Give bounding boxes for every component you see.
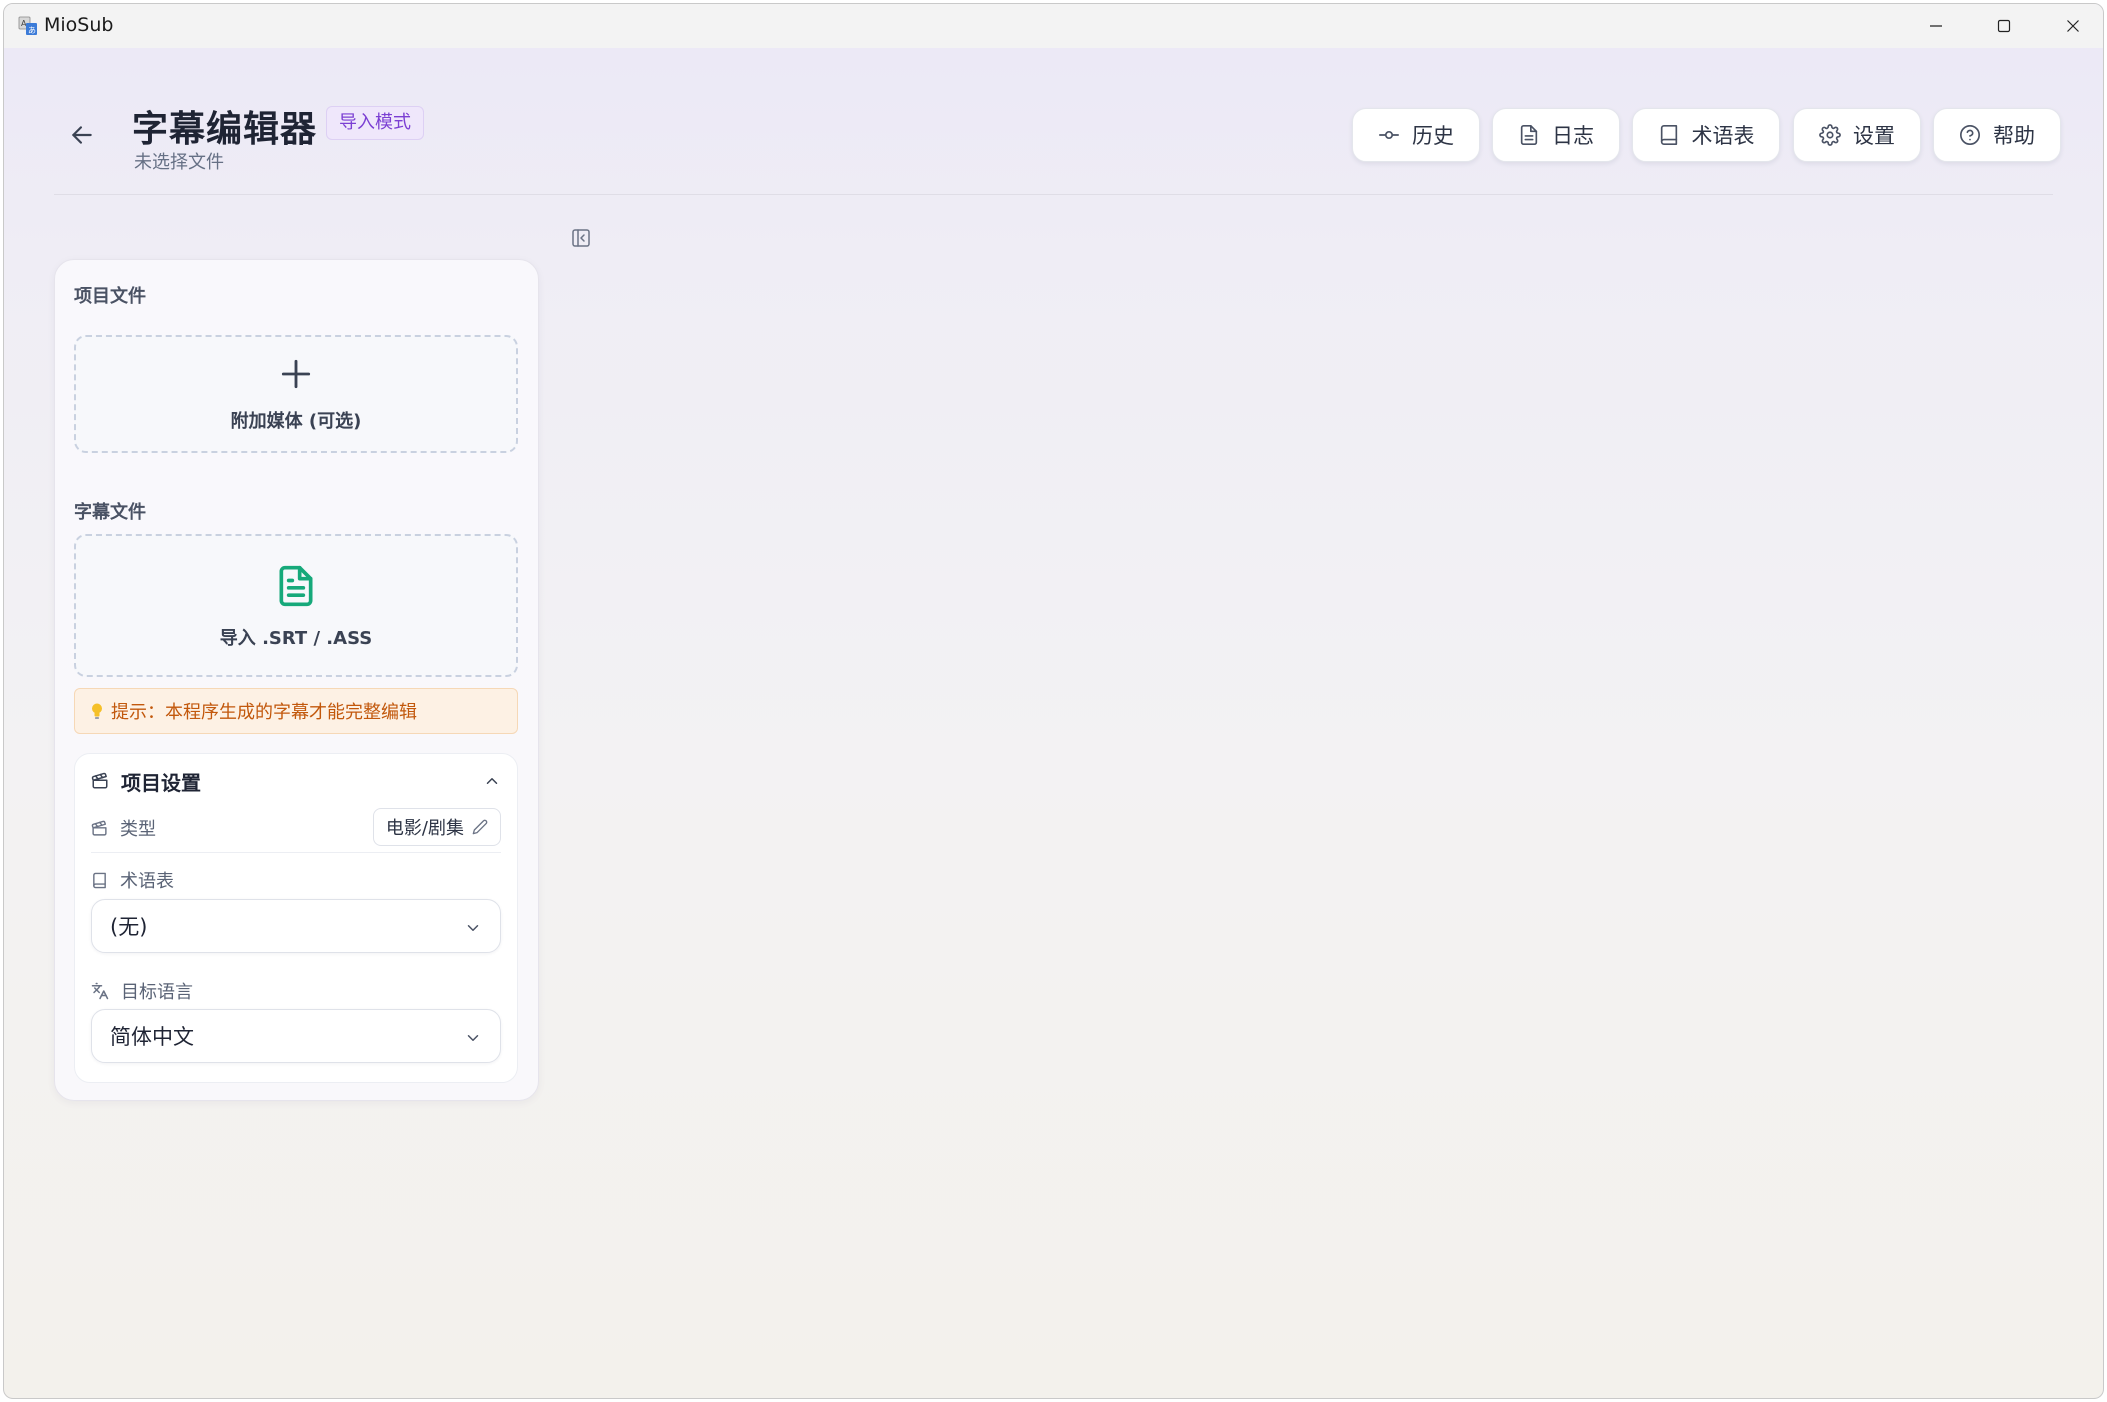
project-settings-header[interactable]: 项目设置 xyxy=(91,766,501,796)
maximize-icon xyxy=(1997,19,2011,33)
history-button[interactable]: 历史 xyxy=(1352,108,1480,162)
app-window: A あ MioSub 字幕编辑器 导入模式 未选择文件 历史 日志 术语表 设置… xyxy=(3,3,2104,1399)
book-icon xyxy=(1660,125,1677,145)
clapperboard-icon xyxy=(91,772,108,789)
sidebar-panel: 项目文件 附加媒体 (可选) 字幕文件 导入 .SRT / .ASS 提示：本程… xyxy=(54,259,539,1101)
file-text-icon xyxy=(1520,125,1538,145)
plus-icon xyxy=(281,359,311,389)
help-label: 帮助 xyxy=(1993,124,2035,148)
type-row: 类型 电影/剧集 xyxy=(91,804,501,853)
attach-media-label: 附加媒体 (可选) xyxy=(230,411,362,432)
type-label: 类型 xyxy=(120,819,156,840)
type-value: 电影/剧集 xyxy=(385,818,464,839)
project-settings-title: 项目设置 xyxy=(121,770,201,795)
help-circle-icon xyxy=(1960,125,1980,145)
glossary-button[interactable]: 术语表 xyxy=(1632,108,1780,162)
gear-icon xyxy=(1819,124,1841,146)
target-language-field-text: 目标语言 xyxy=(121,982,193,1003)
tip-banner: 提示：本程序生成的字幕才能完整编辑 xyxy=(74,688,518,734)
book-icon xyxy=(93,872,106,888)
header-divider xyxy=(54,194,2053,195)
log-label: 日志 xyxy=(1552,124,1594,148)
sidebar-collapse-icon xyxy=(572,229,590,247)
chevron-down-icon xyxy=(467,925,479,931)
app-logo-icon: A あ xyxy=(18,16,37,35)
minimize-button[interactable] xyxy=(1902,4,1970,48)
mode-badge: 导入模式 xyxy=(326,106,424,140)
back-button[interactable] xyxy=(64,117,100,153)
maximize-button[interactable] xyxy=(1970,4,2038,48)
help-button[interactable]: 帮助 xyxy=(1933,108,2061,162)
app-title: MioSub xyxy=(44,14,114,36)
target-language-select[interactable]: 简体中文 xyxy=(91,1009,501,1063)
project-settings-card: 项目设置 类型 电影/剧集 术语表 (无) 目标语言 简体中文 xyxy=(74,753,518,1083)
glossary-field-text: 术语表 xyxy=(120,871,174,892)
log-button[interactable]: 日志 xyxy=(1492,108,1620,162)
chevron-down-icon xyxy=(467,1035,479,1041)
glossary-label: 术语表 xyxy=(1691,124,1755,148)
tip-text: 提示：本程序生成的字幕才能完整编辑 xyxy=(111,702,417,723)
minimize-icon xyxy=(1930,25,1942,27)
target-language-field-label: 目标语言 xyxy=(91,978,193,1004)
page-subtitle: 未选择文件 xyxy=(134,152,224,173)
history-label: 历史 xyxy=(1412,124,1454,148)
import-subtitle-label: 导入 .SRT / .ASS xyxy=(219,627,373,649)
collapse-sidebar-button[interactable] xyxy=(569,226,593,250)
arrow-left-icon xyxy=(72,126,92,144)
file-text-icon xyxy=(279,565,313,606)
glossary-select[interactable]: (无) xyxy=(91,899,501,953)
type-selector[interactable]: 电影/剧集 xyxy=(372,808,501,846)
glossary-select-value: (无) xyxy=(110,915,148,939)
settings-button[interactable]: 设置 xyxy=(1793,108,1921,162)
svg-text:あ: あ xyxy=(28,26,36,35)
translate-icon xyxy=(91,982,109,1000)
commit-icon xyxy=(1379,130,1399,140)
clapperboard-icon xyxy=(91,820,107,836)
close-icon xyxy=(2067,20,2079,32)
subtitle-files-label: 字幕文件 xyxy=(74,502,146,523)
attach-media-dropzone[interactable]: 附加媒体 (可选) xyxy=(74,335,518,453)
glossary-field-label: 术语表 xyxy=(91,867,174,893)
pencil-icon xyxy=(472,819,488,835)
project-files-label: 项目文件 xyxy=(74,286,146,307)
lightbulb-icon xyxy=(92,703,102,719)
target-language-select-value: 简体中文 xyxy=(110,1025,194,1049)
chevron-up-icon[interactable] xyxy=(483,772,501,790)
page-title: 字幕编辑器 xyxy=(132,109,318,150)
close-button[interactable] xyxy=(2039,4,2103,48)
settings-label: 设置 xyxy=(1853,124,1895,148)
import-subtitle-dropzone[interactable]: 导入 .SRT / .ASS xyxy=(74,534,518,677)
title-bar: A あ MioSub xyxy=(4,4,2103,48)
